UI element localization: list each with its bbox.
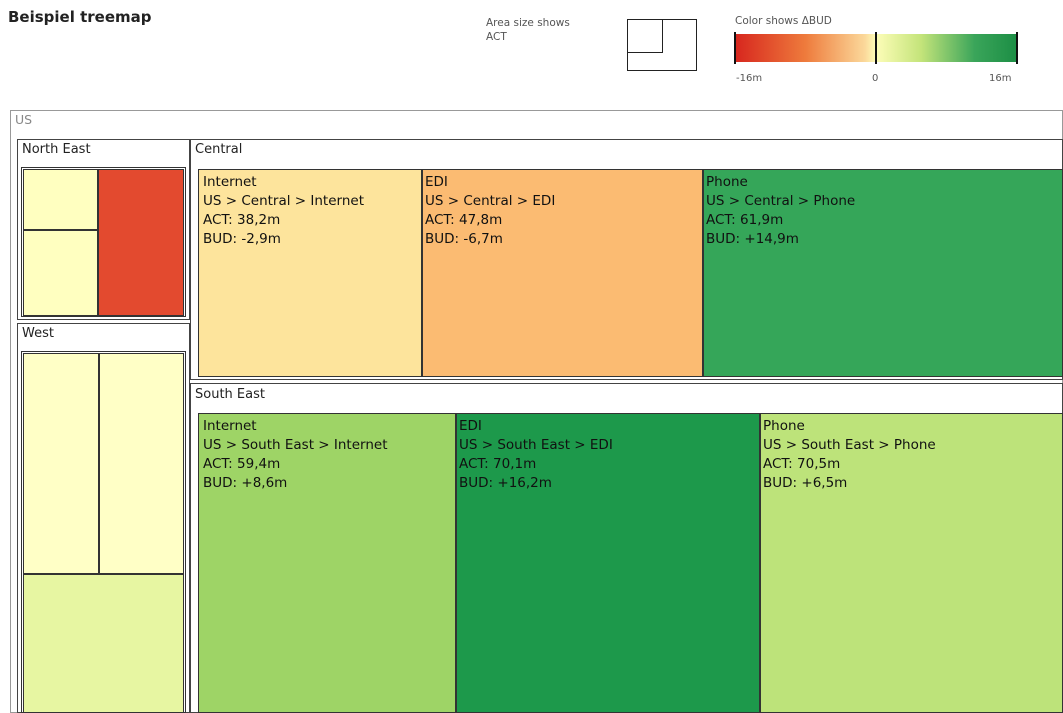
chart-title: Beispiel treemap — [8, 8, 152, 26]
tile-north-east-2[interactable] — [23, 230, 98, 316]
tile-central-phone[interactable]: Phone US > Central > Phone ACT: 61,9m BU… — [703, 169, 1063, 377]
tile-act: ACT: 38,2m — [203, 212, 281, 228]
root-label: US — [15, 112, 33, 127]
tile-bud: BUD: +8,6m — [203, 475, 288, 491]
tile-path: US > South East > EDI — [459, 437, 613, 453]
tile-name: Internet — [203, 418, 257, 434]
tile-path: US > Central > Internet — [203, 193, 364, 209]
tile-central-edi[interactable]: EDI US > Central > EDI ACT: 47,8m BUD: -… — [422, 169, 703, 377]
color-scale-left-end — [734, 32, 736, 64]
tile-act: ACT: 70,5m — [763, 456, 841, 472]
tile-south-east-phone-text: Phone US > South East > Phone ACT: 70,5m… — [763, 417, 936, 493]
tile-act: ACT: 70,1m — [459, 456, 537, 472]
tile-west-3[interactable] — [23, 574, 184, 713]
tile-act: ACT: 61,9m — [706, 212, 784, 228]
tile-name: Phone — [763, 418, 805, 434]
tile-central-internet[interactable]: Internet US > Central > Internet ACT: 38… — [198, 169, 422, 377]
color-scale-mid-marker — [875, 32, 877, 64]
tile-name: Phone — [706, 174, 748, 190]
size-legend-label: Area size shows ACT — [486, 16, 570, 44]
color-scale-max-label: 16m — [989, 73, 1012, 84]
color-scale-mid-label: 0 — [872, 73, 879, 84]
size-legend-measure: ACT — [486, 31, 507, 43]
tile-name: EDI — [459, 418, 482, 434]
tile-act: ACT: 59,4m — [203, 456, 281, 472]
tile-central-edi-text: EDI US > Central > EDI ACT: 47,8m BUD: -… — [425, 173, 555, 249]
tile-path: US > Central > EDI — [425, 193, 556, 209]
tile-name: Internet — [203, 174, 257, 190]
tile-bud: BUD: +6,5m — [763, 475, 848, 491]
region-label-north-east: North East — [22, 142, 91, 157]
tile-bud: BUD: -6,7m — [425, 231, 503, 247]
tile-west-2[interactable] — [99, 353, 184, 574]
tile-path: US > South East > Phone — [763, 437, 936, 453]
tile-central-internet-text: Internet US > Central > Internet ACT: 38… — [203, 173, 364, 249]
tile-north-east-3[interactable] — [98, 169, 184, 316]
tile-north-east-1[interactable] — [23, 169, 98, 230]
tile-bud: BUD: +14,9m — [706, 231, 799, 247]
tile-south-east-edi-text: EDI US > South East > EDI ACT: 70,1m BUD… — [459, 417, 613, 493]
tile-act: ACT: 47,8m — [425, 212, 503, 228]
tile-south-east-phone[interactable]: Phone US > South East > Phone ACT: 70,5m… — [760, 413, 1063, 713]
tile-path: US > South East > Internet — [203, 437, 388, 453]
region-label-central: Central — [195, 142, 243, 157]
tile-central-phone-text: Phone US > Central > Phone ACT: 61,9m BU… — [706, 173, 855, 249]
size-legend-label-line1: Area size shows — [486, 17, 570, 29]
area-size-legend-icon — [626, 18, 697, 71]
tile-bud: BUD: +16,2m — [459, 475, 552, 491]
area-size-legend-inner-icon — [626, 18, 663, 53]
tile-south-east-internet-text: Internet US > South East > Internet ACT:… — [203, 417, 388, 493]
color-scale-min-label: -16m — [736, 73, 763, 84]
tile-south-east-internet[interactable]: Internet US > South East > Internet ACT:… — [198, 413, 456, 713]
region-label-south-east: South East — [195, 387, 265, 402]
tile-path: US > Central > Phone — [706, 193, 856, 209]
tile-west-1[interactable] — [23, 353, 99, 574]
color-scale-right-end — [1016, 32, 1018, 64]
color-legend-label: Color shows ΔBUD — [735, 15, 832, 27]
region-label-west: West — [22, 326, 54, 341]
tile-name: EDI — [425, 174, 448, 190]
tile-south-east-edi[interactable]: EDI US > South East > EDI ACT: 70,1m BUD… — [456, 413, 760, 713]
tile-bud: BUD: -2,9m — [203, 231, 281, 247]
